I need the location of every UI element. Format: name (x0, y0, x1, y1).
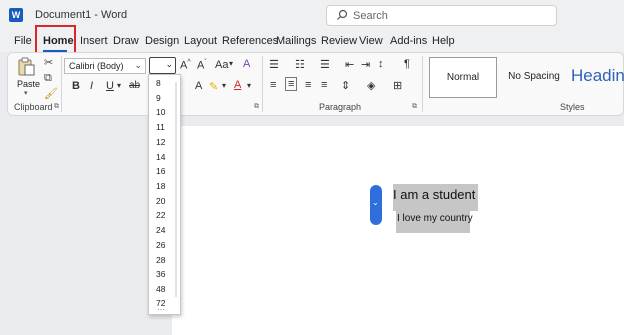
more-options-icon: ⋯ (157, 305, 165, 314)
tab-layout[interactable]: Layout (184, 35, 217, 47)
dropdown-scrollbar[interactable] (175, 82, 177, 297)
grow-font-button[interactable]: A^ (180, 59, 191, 72)
increase-indent-icon[interactable]: ⇥ (361, 58, 370, 71)
paste-dropdown-icon[interactable]: ▾ (24, 89, 28, 97)
decrease-indent-icon[interactable]: ⇤ (345, 58, 354, 71)
borders-icon[interactable]: ⊞ (393, 79, 402, 92)
font-size-option[interactable]: 12 (156, 137, 165, 147)
divider (262, 56, 263, 112)
text-effects-icon[interactable]: A (195, 80, 202, 92)
tab-add-ins[interactable]: Add-ins (390, 35, 427, 47)
tab-help[interactable]: Help (432, 35, 455, 47)
tab-references[interactable]: References (222, 35, 278, 47)
shading-icon[interactable]: ◈ (367, 79, 375, 92)
italic-button[interactable]: I (90, 80, 93, 92)
tab-design[interactable]: Design (145, 35, 179, 47)
chevron-down-icon: ⌄ (134, 60, 142, 70)
styles-group-label: Styles (560, 102, 585, 112)
paragraph-launcher-icon[interactable]: ⧉ (412, 103, 417, 111)
chevron-down-icon[interactable]: ▾ (247, 81, 251, 90)
divider (61, 56, 62, 112)
font-size-option[interactable]: 22 (156, 210, 165, 220)
font-color-button[interactable]: A (234, 79, 241, 91)
chevron-down-icon[interactable]: ▾ (117, 81, 121, 90)
style-normal[interactable]: Normal (429, 57, 497, 98)
chevron-down-icon[interactable]: ▾ (229, 59, 233, 68)
clipboard-launcher-icon[interactable]: ⧉ (54, 103, 59, 111)
font-size-option[interactable]: 20 (156, 196, 165, 206)
highlight-icon[interactable]: ✎ (209, 80, 218, 93)
align-left-icon[interactable]: ≡ (270, 79, 276, 91)
search-box[interactable]: Search (326, 5, 557, 26)
font-size-option[interactable]: 28 (156, 255, 165, 265)
shrink-font-button[interactable]: Aˇ (197, 59, 207, 72)
font-size-option[interactable]: 24 (156, 225, 165, 235)
copy-icon[interactable]: ⧉ (44, 72, 52, 85)
clear-formatting-icon[interactable]: A (243, 58, 250, 70)
sort-icon[interactable]: ↕ (378, 58, 384, 70)
font-name-box[interactable]: Calibri (Body) ⌄ (64, 58, 146, 74)
clipboard-group-label: Clipboard (14, 102, 53, 112)
format-painter-icon[interactable]: 🖌 (44, 87, 58, 100)
tab-review[interactable]: Review (321, 35, 357, 47)
pilcrow-icon[interactable]: ¶ (404, 58, 410, 70)
strikethrough-button[interactable]: ab (129, 80, 140, 91)
font-size-option[interactable]: 9 (156, 93, 161, 103)
home-tab-highlight-box (35, 25, 76, 54)
selection-handle[interactable]: ⌄ (370, 185, 382, 225)
divider (422, 56, 423, 112)
tab-view[interactable]: View (359, 35, 383, 47)
font-launcher-icon[interactable]: ⧉ (254, 103, 259, 111)
tab-mailings[interactable]: Mailings (276, 35, 316, 47)
document-text-line[interactable]: I love my country (397, 213, 473, 224)
font-size-option[interactable]: 26 (156, 240, 165, 250)
bullets-icon[interactable]: ☰ (269, 58, 279, 71)
font-size-option[interactable]: 18 (156, 181, 165, 191)
change-case-button[interactable]: Aa (215, 59, 228, 71)
bold-button[interactable]: B (72, 80, 80, 92)
search-icon (336, 9, 348, 24)
paragraph-group-label: Paragraph (319, 102, 362, 112)
tab-file[interactable]: File (14, 35, 32, 47)
font-size-option[interactable]: 10 (156, 107, 165, 117)
style-heading[interactable]: Heading (571, 66, 624, 86)
word-app-icon: W (9, 8, 23, 22)
style-no-spacing[interactable]: No Spacing (504, 57, 564, 98)
font-size-option[interactable]: 48 (156, 284, 165, 294)
align-center-icon[interactable]: ≡ (285, 77, 298, 91)
chevron-down-icon[interactable]: ▾ (222, 81, 226, 90)
justify-icon[interactable]: ≡ (321, 79, 327, 91)
tab-insert[interactable]: Insert (80, 35, 108, 47)
font-size-option[interactable]: 8 (156, 78, 161, 88)
font-size-option[interactable]: 14 (156, 152, 165, 162)
numbering-icon[interactable]: ☷ (295, 58, 305, 71)
font-size-option[interactable]: 16 (156, 166, 165, 176)
font-size-option[interactable]: 11 (156, 122, 165, 132)
tab-draw[interactable]: Draw (113, 35, 139, 47)
underline-button[interactable]: U (106, 80, 114, 92)
paste-icon[interactable] (16, 57, 36, 77)
font-size-box[interactable]: ⌄ (149, 57, 176, 74)
document-text-line[interactable]: I am a student (393, 187, 475, 202)
search-placeholder: Search (353, 10, 388, 22)
cut-icon[interactable]: ✂ (44, 56, 53, 69)
multilevel-list-icon[interactable]: ☰ (320, 58, 330, 71)
font-size-option[interactable]: 36 (156, 269, 165, 279)
chevron-down-icon: ⌄ (165, 59, 173, 69)
paste-button[interactable]: Paste (17, 79, 40, 89)
line-spacing-icon[interactable]: ⇕ (341, 79, 350, 92)
document-title: Document1 - Word (35, 9, 128, 21)
font-name-value: Calibri (Body) (69, 61, 124, 71)
chevron-down-icon: ⌄ (372, 198, 379, 207)
align-right-icon[interactable]: ≡ (305, 79, 311, 91)
